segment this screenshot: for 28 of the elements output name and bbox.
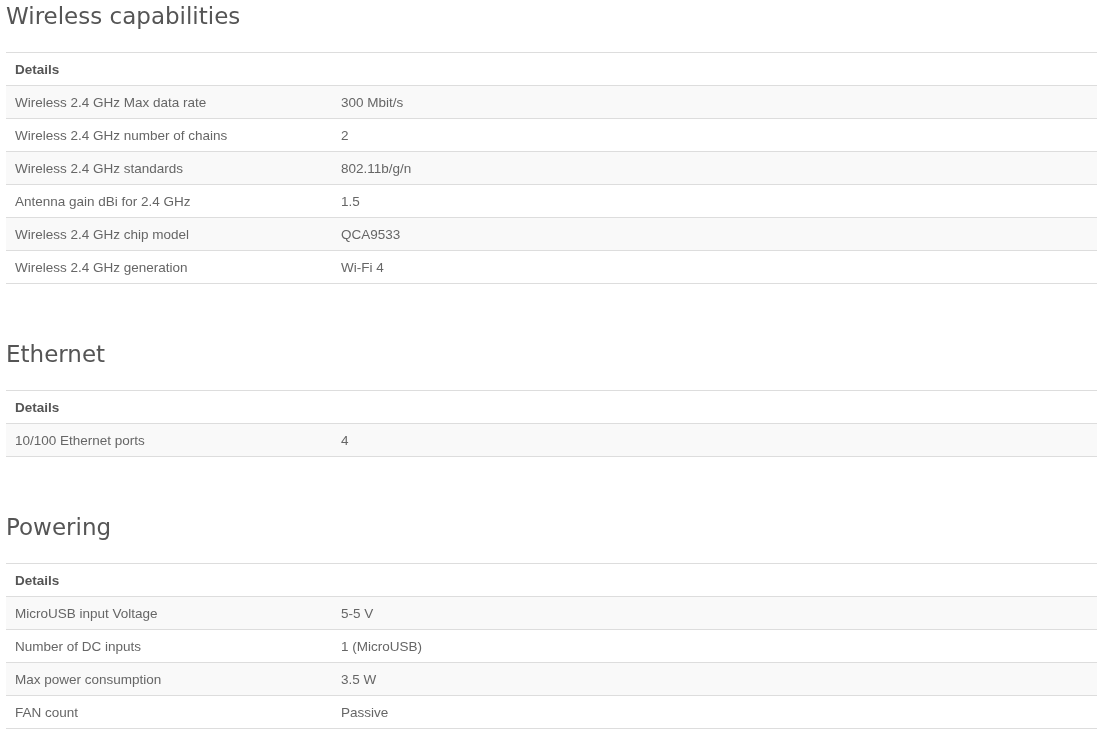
table-cell-text: FAN count bbox=[14, 704, 80, 720]
table-cell-text: 5-5 V bbox=[340, 605, 374, 621]
section-heading: Wireless capabilities bbox=[6, 2, 242, 31]
table-cell-text: Wireless 2.4 GHz Max data rate bbox=[14, 94, 208, 110]
section-heading: Powering bbox=[6, 513, 113, 542]
table-cell-text: 4 bbox=[340, 432, 349, 448]
table-cell-text: QCA9533 bbox=[340, 226, 401, 242]
table-cell-text: Wireless 2.4 GHz chip model bbox=[14, 226, 191, 242]
table-cell-text: 1 (MicroUSB) bbox=[340, 638, 422, 654]
table-cell-text: Wi-Fi 4 bbox=[340, 259, 384, 275]
table-cell-text: 2 bbox=[340, 127, 349, 143]
table-header: Details bbox=[14, 61, 60, 77]
table-cell-text: Max power consumption bbox=[14, 671, 163, 687]
table-header: Details bbox=[14, 572, 60, 588]
section-heading: Ethernet bbox=[6, 340, 107, 369]
table-cell-text: Antenna gain dBi for 2.4 GHz bbox=[14, 193, 192, 209]
table-cell-text: 300 Mbit/s bbox=[340, 94, 404, 110]
table-cell-text: Number of DC inputs bbox=[14, 638, 143, 654]
table-cell-text: MicroUSB input Voltage bbox=[14, 605, 159, 621]
table-cell-text: Wireless 2.4 GHz standards bbox=[14, 160, 185, 176]
table-cell-text: Wireless 2.4 GHz generation bbox=[14, 259, 189, 275]
table-header: Details bbox=[14, 399, 60, 415]
table-cell-text: 1.5 bbox=[340, 193, 360, 209]
table-cell-text: 802.11b/g/n bbox=[340, 160, 412, 176]
table-cell-text: 3.5 W bbox=[340, 671, 377, 687]
table-cell-text: 10/100 Ethernet ports bbox=[14, 432, 146, 448]
table-cell-text: Passive bbox=[340, 704, 389, 720]
table-cell-text: Wireless 2.4 GHz number of chains bbox=[14, 127, 229, 143]
